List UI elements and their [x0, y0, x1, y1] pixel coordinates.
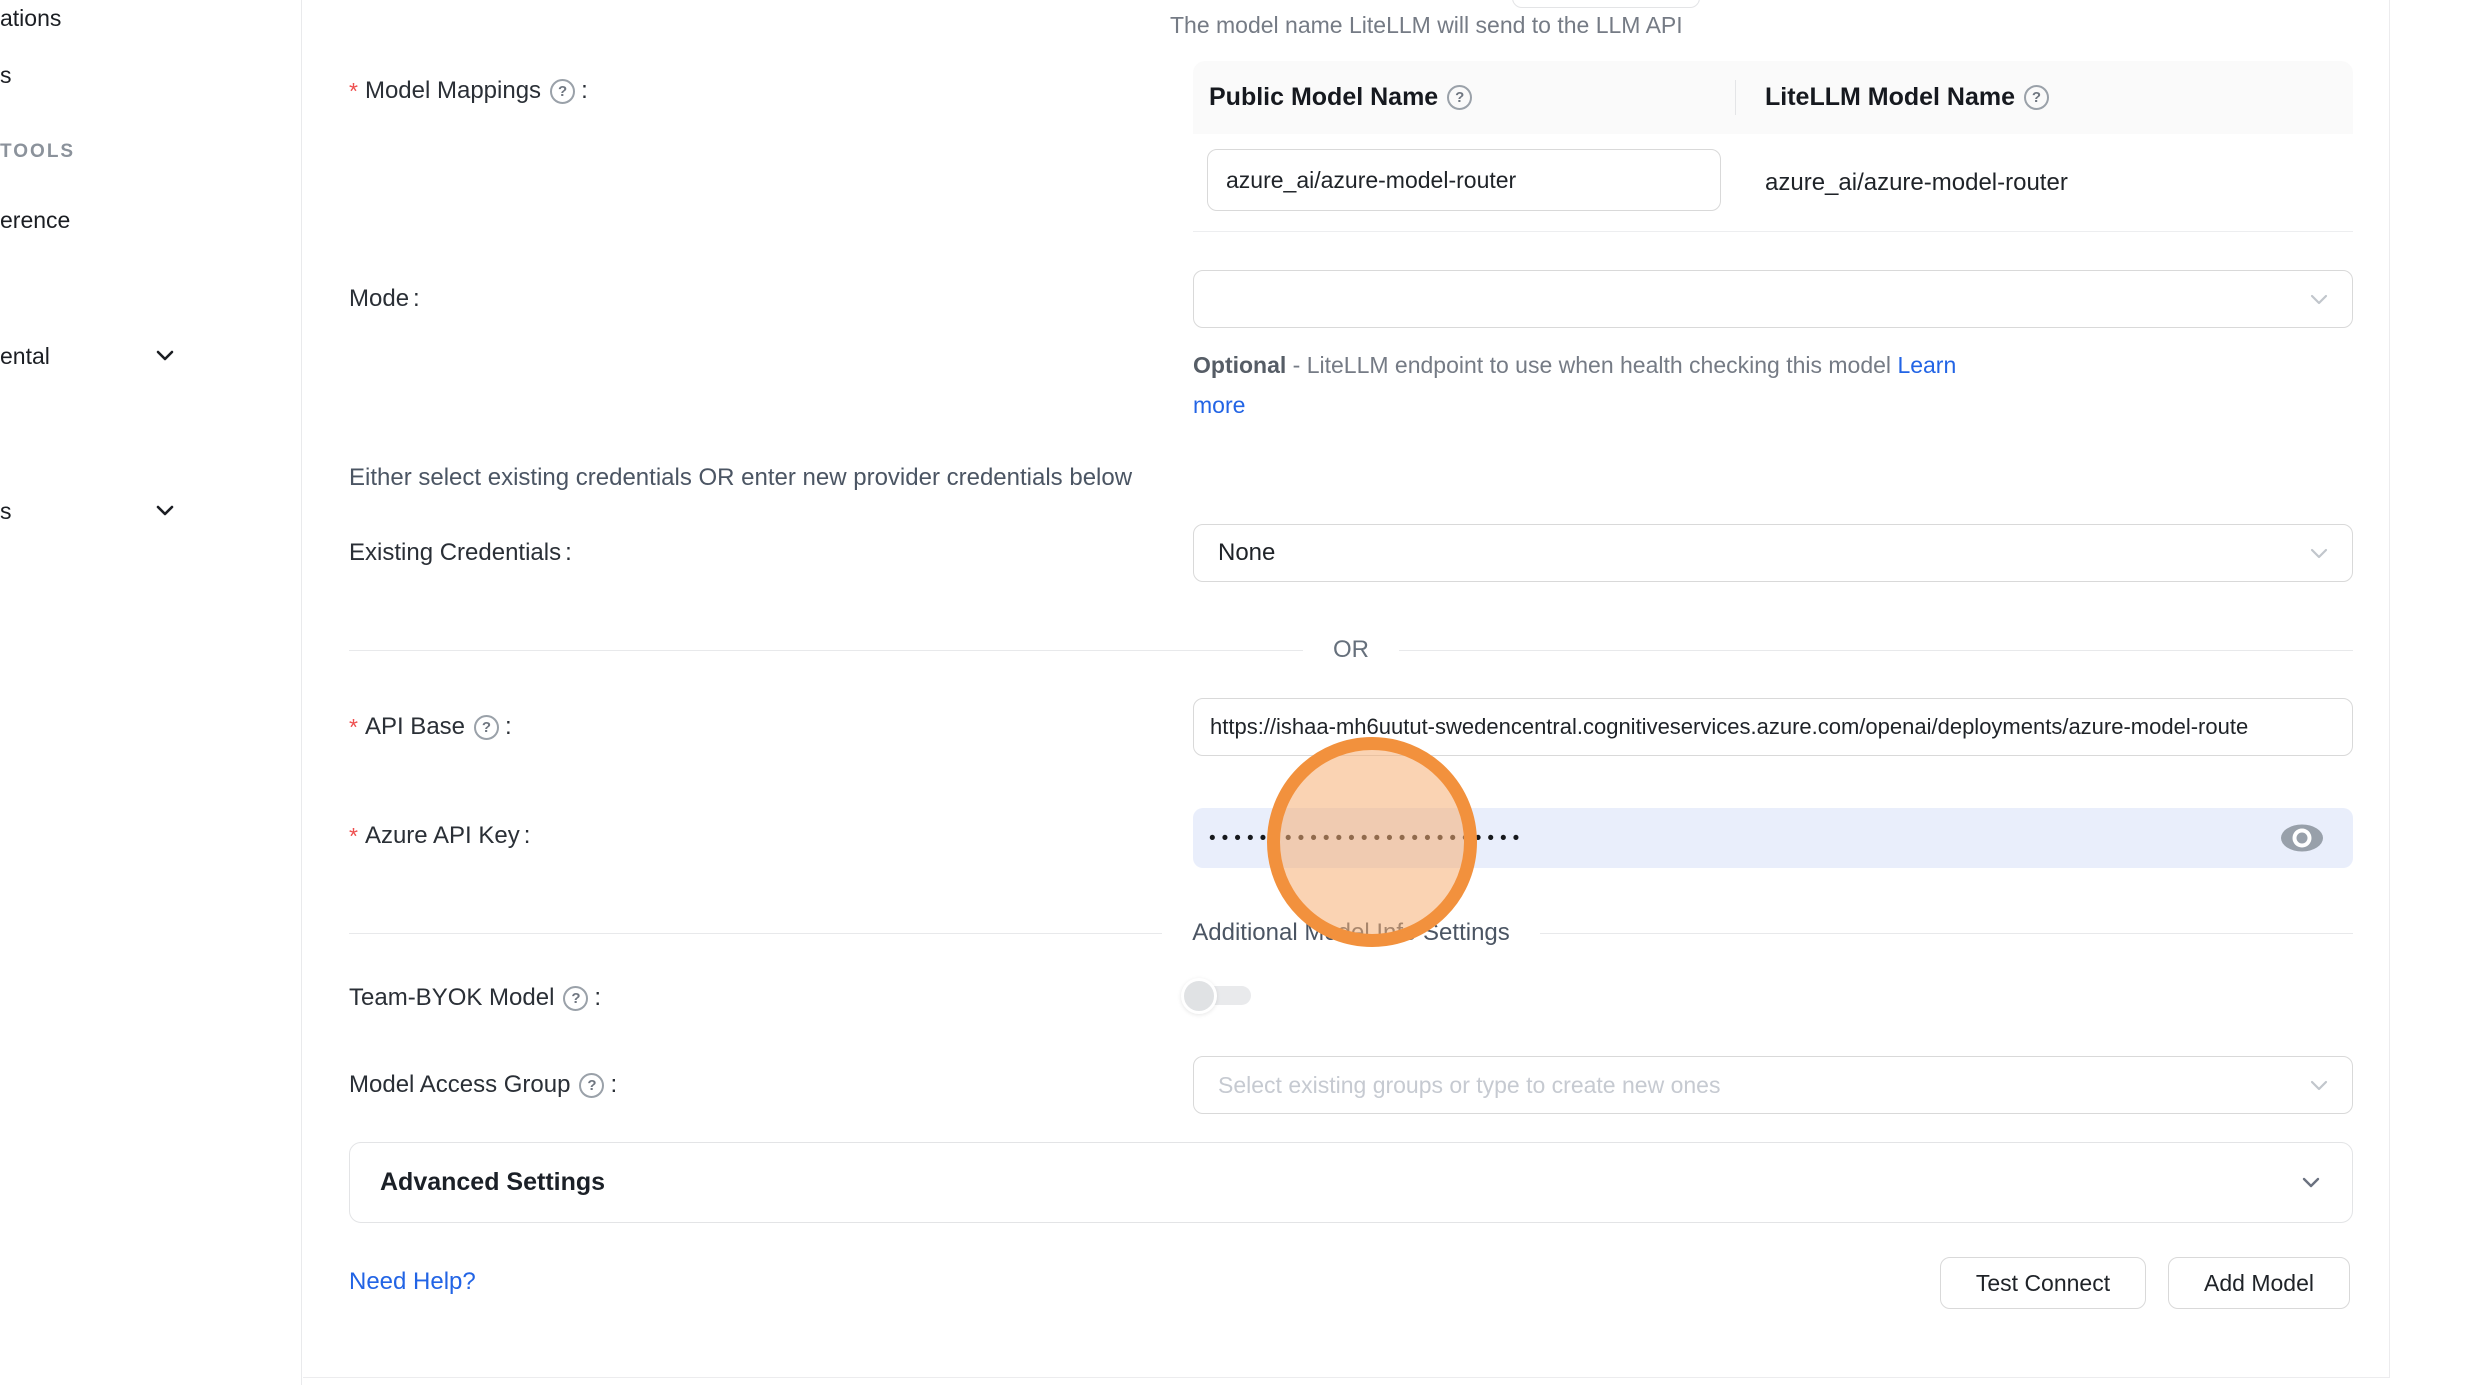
public-model-name-input[interactable] [1207, 149, 1721, 211]
required-asterisk: * [349, 714, 358, 741]
api-base-label: * API Base ? : [349, 711, 512, 743]
cutoff-field-above [1512, 0, 1700, 8]
mode-select[interactable] [1193, 270, 2353, 328]
add-model-button[interactable]: Add Model [2168, 1257, 2350, 1309]
azure-api-key-label: * Azure API Key: [349, 820, 530, 852]
chevron-down-icon [2306, 1072, 2332, 1098]
credentials-note: Either select existing credentials OR en… [349, 464, 1132, 492]
model-access-group-select[interactable]: Select existing groups or type to create… [1193, 1056, 2353, 1114]
chevron-down-icon[interactable] [152, 343, 178, 369]
help-icon[interactable]: ? [550, 79, 575, 104]
mode-label: Mode: [349, 283, 420, 315]
sidebar-item-experimental[interactable]: ental [0, 341, 50, 371]
team-byok-label: Team-BYOK Model ? : [349, 982, 601, 1014]
azure-api-key-input[interactable]: ••••••••••••••••••••••••• [1193, 808, 2353, 868]
model-mappings-label: * Model Mappings ? : [349, 75, 588, 107]
required-asterisk: * [349, 823, 358, 850]
existing-credentials-select[interactable]: None [1193, 524, 2353, 582]
team-byok-toggle[interactable] [1181, 976, 1261, 1016]
masked-password-dots: ••••••••••••••••••••••••• [1193, 829, 1525, 848]
existing-credentials-label: Existing Credentials: [349, 537, 572, 569]
table-row: azure_ai/azure-model-router [1193, 134, 2353, 232]
help-icon[interactable]: ? [1447, 85, 1472, 110]
advanced-settings-panel[interactable]: Advanced Settings [349, 1142, 2353, 1223]
help-icon[interactable]: ? [474, 715, 499, 740]
litellm-model-name-value: azure_ai/azure-model-router [1765, 134, 2068, 232]
sidebar-item[interactable]: s [0, 60, 12, 90]
sidebar: ations s TOOLS erence ental s [0, 0, 302, 1385]
help-icon[interactable]: ? [579, 1073, 604, 1098]
table-header-row: Public Model Name ? LiteLLM Model Name ? [1193, 61, 2353, 134]
sidebar-item-settings[interactable]: s [0, 496, 12, 526]
model-name-hint: The model name LiteLLM will send to the … [1170, 12, 1683, 39]
sidebar-section-tools: TOOLS [0, 139, 75, 165]
column-divider [1735, 80, 1736, 115]
column-header-litellm-model-name: LiteLLM Model Name ? [1735, 83, 2049, 112]
sidebar-item-organizations[interactable]: ations [0, 3, 61, 33]
sidebar-item-reference[interactable]: erence [0, 205, 70, 235]
eye-icon[interactable] [2279, 821, 2325, 855]
chevron-down-icon [2306, 286, 2332, 312]
chevron-down-icon [2306, 540, 2332, 566]
chevron-down-icon [2296, 1168, 2326, 1198]
select-placeholder: Select existing groups or type to create… [1194, 1072, 1720, 1099]
mode-help-text: Optional - LiteLLM endpoint to use when … [1193, 345, 2013, 425]
toggle-knob [1181, 978, 1217, 1014]
or-divider: OR [349, 634, 2353, 666]
model-mappings-table: Public Model Name ? LiteLLM Model Name ?… [1193, 61, 2353, 232]
test-connect-button[interactable]: Test Connect [1940, 1257, 2146, 1309]
api-base-input[interactable] [1193, 698, 2353, 756]
need-help-link[interactable]: Need Help? [349, 1268, 476, 1296]
advanced-settings-title: Advanced Settings [380, 1168, 605, 1197]
required-asterisk: * [349, 78, 358, 105]
column-header-public-model-name: Public Model Name ? [1193, 83, 1735, 112]
additional-settings-divider: Additional Model Info Settings [349, 917, 2353, 949]
help-icon[interactable]: ? [2024, 85, 2049, 110]
model-access-group-label: Model Access Group ? : [349, 1069, 617, 1101]
chevron-down-icon[interactable] [152, 498, 178, 524]
help-icon[interactable]: ? [563, 986, 588, 1011]
